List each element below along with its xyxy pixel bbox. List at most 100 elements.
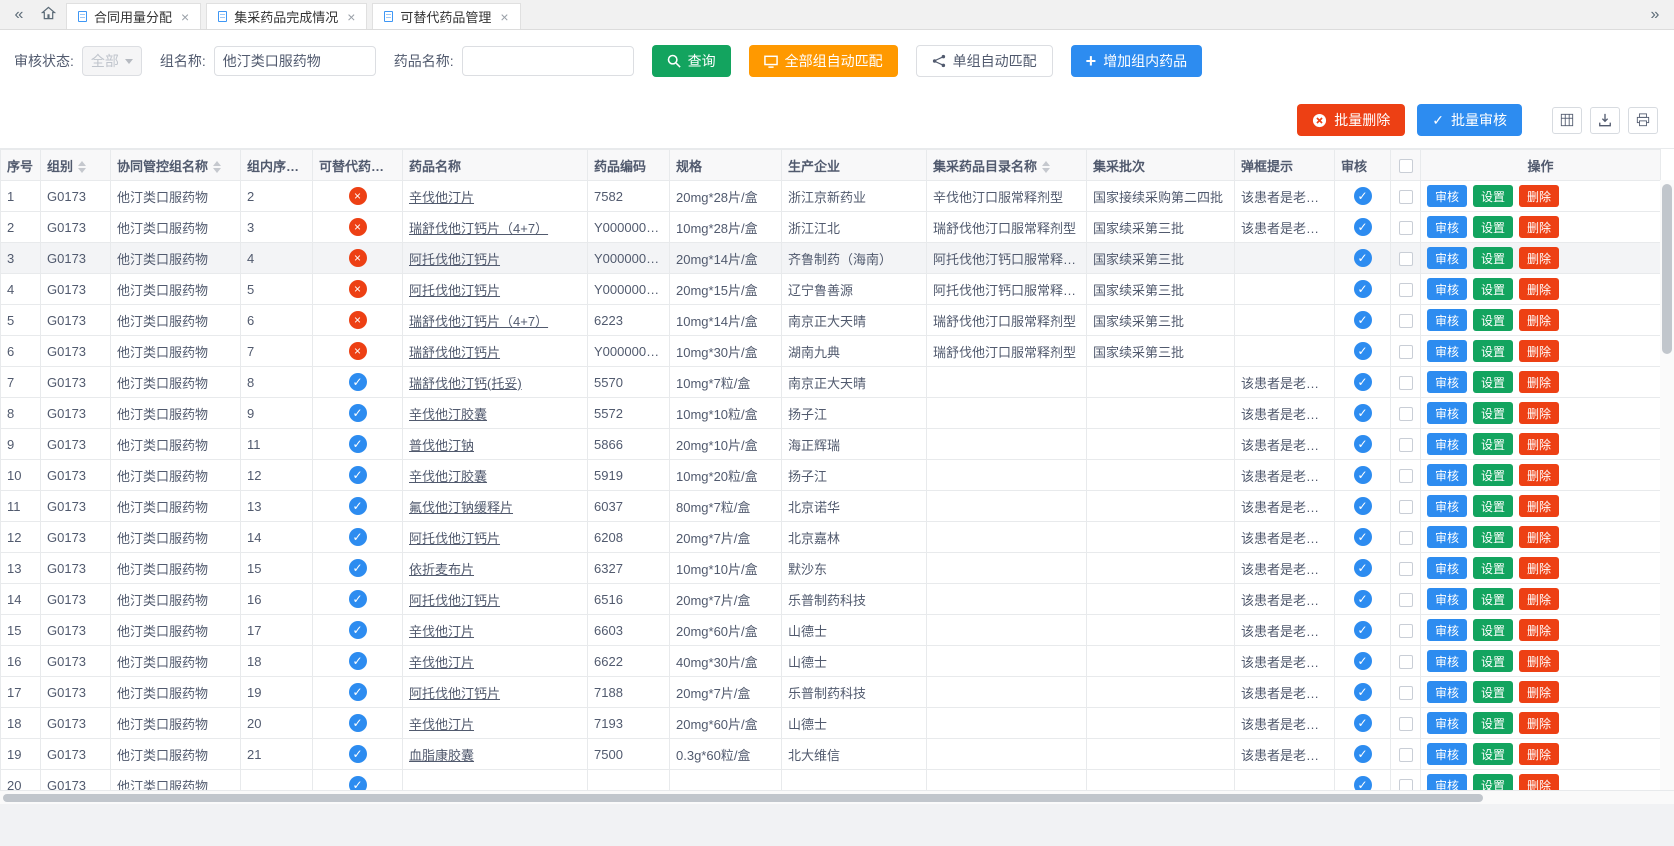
column-settings-button[interactable] bbox=[1552, 107, 1582, 134]
row-checkbox[interactable] bbox=[1399, 562, 1413, 576]
row-delete-button[interactable]: 删除 bbox=[1519, 495, 1559, 517]
row-checkbox[interactable] bbox=[1399, 438, 1413, 452]
row-delete-button[interactable]: 删除 bbox=[1519, 526, 1559, 548]
review-status-select[interactable]: 全部 bbox=[82, 46, 142, 76]
row-delete-button[interactable]: 删除 bbox=[1519, 340, 1559, 362]
drug-name-link[interactable]: 瑞舒伐他汀钙片（4+7） bbox=[409, 314, 548, 329]
drug-name-link[interactable]: 普伐他汀钠 bbox=[409, 438, 474, 453]
tab-1[interactable]: 合同用量分配× bbox=[66, 3, 201, 29]
row-settings-button[interactable]: 设置 bbox=[1473, 712, 1513, 734]
row-settings-button[interactable]: 设置 bbox=[1473, 557, 1513, 579]
row-review-button[interactable]: 审核 bbox=[1427, 216, 1467, 238]
row-review-button[interactable]: 审核 bbox=[1427, 309, 1467, 331]
query-button[interactable]: 查询 bbox=[652, 45, 731, 77]
row-review-button[interactable]: 审核 bbox=[1427, 247, 1467, 269]
tabs-scroll-right-icon[interactable]: » bbox=[1644, 6, 1666, 24]
row-checkbox[interactable] bbox=[1399, 221, 1413, 235]
row-settings-button[interactable]: 设置 bbox=[1473, 650, 1513, 672]
row-checkbox[interactable] bbox=[1399, 190, 1413, 204]
row-checkbox[interactable] bbox=[1399, 500, 1413, 514]
row-review-button[interactable]: 审核 bbox=[1427, 557, 1467, 579]
row-settings-button[interactable]: 设置 bbox=[1473, 588, 1513, 610]
row-settings-button[interactable]: 设置 bbox=[1473, 681, 1513, 703]
row-checkbox[interactable] bbox=[1399, 376, 1413, 390]
row-review-button[interactable]: 审核 bbox=[1427, 185, 1467, 207]
row-delete-button[interactable]: 删除 bbox=[1519, 309, 1559, 331]
column-header-group[interactable]: 组别 bbox=[41, 150, 111, 181]
row-review-button[interactable]: 审核 bbox=[1427, 743, 1467, 765]
row-settings-button[interactable]: 设置 bbox=[1473, 247, 1513, 269]
row-checkbox[interactable] bbox=[1399, 655, 1413, 669]
row-review-button[interactable]: 审核 bbox=[1427, 588, 1467, 610]
row-review-button[interactable]: 审核 bbox=[1427, 402, 1467, 424]
row-review-button[interactable]: 审核 bbox=[1427, 278, 1467, 300]
row-checkbox[interactable] bbox=[1399, 531, 1413, 545]
group-name-input[interactable] bbox=[214, 46, 376, 76]
drug-name-link[interactable]: 依折麦布片 bbox=[409, 562, 474, 577]
horizontal-scrollbar[interactable] bbox=[0, 790, 1674, 804]
row-review-button[interactable]: 审核 bbox=[1427, 712, 1467, 734]
drug-name-link[interactable]: 阿托伐他汀钙片 bbox=[409, 283, 500, 298]
row-delete-button[interactable]: 删除 bbox=[1519, 743, 1559, 765]
row-checkbox[interactable] bbox=[1399, 717, 1413, 731]
vertical-scrollbar-thumb[interactable] bbox=[1662, 184, 1672, 354]
drug-name-input[interactable] bbox=[462, 46, 634, 76]
row-checkbox[interactable] bbox=[1399, 469, 1413, 483]
row-delete-button[interactable]: 删除 bbox=[1519, 216, 1559, 238]
row-delete-button[interactable]: 删除 bbox=[1519, 247, 1559, 269]
add-group-drug-button[interactable]: + 增加组内药品 bbox=[1071, 45, 1203, 77]
row-delete-button[interactable]: 删除 bbox=[1519, 464, 1559, 486]
row-settings-button[interactable]: 设置 bbox=[1473, 495, 1513, 517]
row-review-button[interactable]: 审核 bbox=[1427, 526, 1467, 548]
row-settings-button[interactable]: 设置 bbox=[1473, 278, 1513, 300]
drug-name-link[interactable]: 阿托伐他汀钙片 bbox=[409, 252, 500, 267]
row-review-button[interactable]: 审核 bbox=[1427, 650, 1467, 672]
row-settings-button[interactable]: 设置 bbox=[1473, 743, 1513, 765]
row-settings-button[interactable]: 设置 bbox=[1473, 402, 1513, 424]
row-settings-button[interactable]: 设置 bbox=[1473, 619, 1513, 641]
row-settings-button[interactable]: 设置 bbox=[1473, 309, 1513, 331]
auto-match-single-group-button[interactable]: 单组自动匹配 bbox=[916, 45, 1053, 77]
column-header-catalog_name[interactable]: 集采药品目录名称 bbox=[927, 150, 1087, 181]
batch-delete-button[interactable]: 批量删除 bbox=[1297, 104, 1405, 136]
row-review-button[interactable]: 审核 bbox=[1427, 619, 1467, 641]
drug-name-link[interactable]: 瑞舒伐他汀钙片 bbox=[409, 345, 500, 360]
row-review-button[interactable]: 审核 bbox=[1427, 371, 1467, 393]
tab-close-icon[interactable]: × bbox=[181, 10, 189, 24]
drug-name-link[interactable]: 辛伐他汀胶囊 bbox=[409, 469, 487, 484]
row-delete-button[interactable]: 删除 bbox=[1519, 371, 1559, 393]
row-settings-button[interactable]: 设置 bbox=[1473, 464, 1513, 486]
row-delete-button[interactable]: 删除 bbox=[1519, 619, 1559, 641]
row-checkbox[interactable] bbox=[1399, 624, 1413, 638]
row-review-button[interactable]: 审核 bbox=[1427, 340, 1467, 362]
row-checkbox[interactable] bbox=[1399, 407, 1413, 421]
row-review-button[interactable]: 审核 bbox=[1427, 681, 1467, 703]
tab-2[interactable]: 集采药品完成情况× bbox=[206, 3, 367, 29]
drug-name-link[interactable]: 辛伐他汀片 bbox=[409, 655, 474, 670]
row-settings-button[interactable]: 设置 bbox=[1473, 216, 1513, 238]
column-header-substitutable[interactable]: 可替代药品 bbox=[313, 150, 403, 181]
row-settings-button[interactable]: 设置 bbox=[1473, 185, 1513, 207]
horizontal-scrollbar-thumb[interactable] bbox=[3, 794, 1483, 802]
row-delete-button[interactable]: 删除 bbox=[1519, 557, 1559, 579]
row-checkbox[interactable] bbox=[1399, 593, 1413, 607]
row-settings-button[interactable]: 设置 bbox=[1473, 340, 1513, 362]
row-checkbox[interactable] bbox=[1399, 686, 1413, 700]
drug-name-link[interactable]: 阿托伐他汀钙片 bbox=[409, 531, 500, 546]
sort-icon[interactable] bbox=[78, 161, 86, 173]
row-settings-button[interactable]: 设置 bbox=[1473, 526, 1513, 548]
drug-name-link[interactable]: 辛伐他汀片 bbox=[409, 717, 474, 732]
row-checkbox[interactable] bbox=[1399, 748, 1413, 762]
row-checkbox[interactable] bbox=[1399, 779, 1413, 790]
row-delete-button[interactable]: 删除 bbox=[1519, 185, 1559, 207]
drug-name-link[interactable]: 瑞舒伐他汀钙片（4+7） bbox=[409, 221, 548, 236]
tab-close-icon[interactable]: × bbox=[347, 10, 355, 24]
vertical-scrollbar[interactable] bbox=[1660, 180, 1674, 790]
row-checkbox[interactable] bbox=[1399, 345, 1413, 359]
drug-name-link[interactable]: 辛伐他汀胶囊 bbox=[409, 407, 487, 422]
tab-3[interactable]: 可替代药品管理× bbox=[372, 3, 520, 29]
export-button[interactable] bbox=[1590, 107, 1620, 134]
row-delete-button[interactable]: 删除 bbox=[1519, 588, 1559, 610]
drug-name-link[interactable]: 氟伐他汀钠缓释片 bbox=[409, 500, 513, 515]
row-delete-button[interactable]: 删除 bbox=[1519, 433, 1559, 455]
